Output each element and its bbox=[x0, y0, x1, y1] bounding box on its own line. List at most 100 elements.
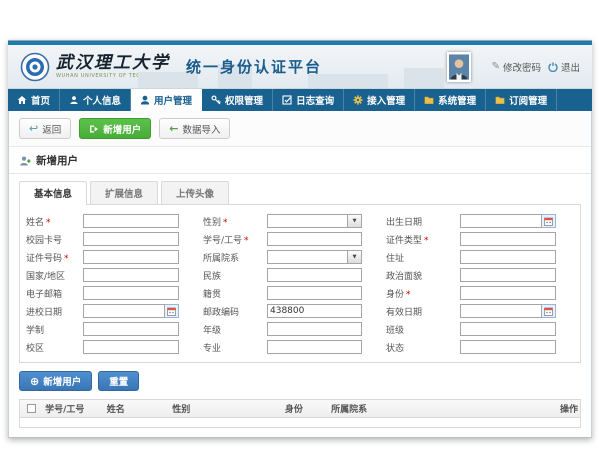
name-input[interactable] bbox=[83, 214, 179, 228]
campus-card-input[interactable] bbox=[83, 232, 179, 246]
nav-label: 日志查询 bbox=[296, 93, 334, 107]
native-place-input[interactable] bbox=[267, 286, 362, 300]
form-row: 学制 年级 班级 bbox=[26, 320, 576, 338]
form-field-identity: 身份* bbox=[386, 286, 556, 300]
nav-item-log-query[interactable]: 日志查询 bbox=[273, 89, 344, 111]
department-select[interactable] bbox=[267, 250, 348, 264]
entry-date-input[interactable] bbox=[83, 304, 165, 318]
reset-button-label: 重置 bbox=[109, 374, 128, 388]
grade-input[interactable] bbox=[267, 322, 362, 336]
required-asterisk: * bbox=[46, 218, 51, 228]
country-input[interactable] bbox=[83, 268, 179, 282]
data-import-button[interactable]: ← 数据导入 bbox=[159, 118, 230, 139]
field-label: 校园卡号 bbox=[26, 233, 83, 246]
major-input[interactable] bbox=[267, 340, 362, 354]
export-icon bbox=[89, 124, 99, 134]
column-header-identity: 身份 bbox=[283, 402, 329, 415]
nav-item-home[interactable]: 首页 bbox=[8, 89, 60, 111]
form-field-campus: 校区 bbox=[26, 340, 179, 354]
nav-item-subscription-management[interactable]: 订阅管理 bbox=[486, 89, 557, 111]
form-field-department: 所属院系 ▼ bbox=[203, 250, 362, 264]
calendar-icon[interactable] bbox=[542, 214, 556, 228]
gender-select[interactable] bbox=[267, 214, 348, 228]
field-label: 民族 bbox=[203, 269, 267, 282]
field-label: 校区 bbox=[26, 341, 83, 354]
column-header-department: 所属院系 bbox=[329, 402, 558, 415]
nav-item-permission-management[interactable]: 权限管理 bbox=[202, 89, 273, 111]
email-input[interactable] bbox=[83, 286, 179, 300]
field-label: 有效日期 bbox=[386, 305, 460, 318]
submit-add-user-button[interactable]: ⊕ 新增用户 bbox=[19, 371, 92, 391]
form-field-class: 班级 bbox=[386, 322, 556, 336]
add-user-toolbar-label: 新增用户 bbox=[103, 122, 141, 136]
university-logo-icon bbox=[20, 52, 50, 82]
field-label: 状态 bbox=[386, 341, 460, 354]
key-icon bbox=[211, 95, 221, 105]
nav-item-user-management[interactable]: 用户管理 bbox=[131, 89, 202, 111]
id-number-input[interactable] bbox=[83, 250, 179, 264]
chevron-down-icon[interactable]: ▼ bbox=[348, 214, 362, 228]
form-row: 姓名* 性别* ▼ 出生日期 bbox=[26, 212, 576, 230]
nav-item-access-management[interactable]: 接入管理 bbox=[344, 89, 415, 111]
form-row: 校园卡号 学号/工号* 证件类型* bbox=[26, 230, 576, 248]
form-field-schooling-length: 学制 bbox=[26, 322, 179, 336]
status-input[interactable] bbox=[460, 340, 556, 354]
field-label: 国家/地区 bbox=[26, 269, 83, 282]
data-import-label: 数据导入 bbox=[182, 122, 220, 136]
postal-code-input[interactable] bbox=[267, 304, 362, 318]
table-header-row: 学号/工号 姓名 性别 身份 所属院系 操作 bbox=[20, 400, 580, 418]
student-id-input[interactable] bbox=[267, 232, 362, 246]
form-row: 国家/地区 民族 政治面貌 bbox=[26, 266, 576, 284]
field-label: 所属院系 bbox=[203, 251, 267, 264]
form-field-major: 专业 bbox=[203, 340, 362, 354]
form-field-id-type: 证件类型* bbox=[386, 232, 556, 246]
class-input[interactable] bbox=[460, 322, 556, 336]
nav-item-system-management[interactable]: 系统管理 bbox=[415, 89, 486, 111]
nav-label: 个人信息 bbox=[83, 93, 121, 107]
form-field-status: 状态 bbox=[386, 340, 556, 354]
field-label: 班级 bbox=[386, 323, 460, 336]
ethnicity-input[interactable] bbox=[267, 268, 362, 282]
logout-link[interactable]: 退出 bbox=[548, 60, 580, 74]
nav-label: 订阅管理 bbox=[509, 93, 547, 107]
nav-item-personal-info[interactable]: 个人信息 bbox=[60, 89, 131, 111]
app-window: 武汉理工大学 WUHAN UNIVERSITY OF TECHNOLOGY 统一… bbox=[8, 40, 592, 438]
nav-label: 首页 bbox=[31, 93, 50, 107]
pencil-icon: ✎ bbox=[492, 61, 500, 72]
tab-basic-info[interactable]: 基本信息 bbox=[19, 181, 87, 205]
identity-input[interactable] bbox=[460, 286, 556, 300]
address-input[interactable] bbox=[460, 250, 556, 264]
form-row: 电子邮箱 籍贯 身份* bbox=[26, 284, 576, 302]
birth-date-input[interactable] bbox=[460, 214, 542, 228]
back-button[interactable]: ↩ 返回 bbox=[19, 118, 71, 139]
form-field-native-place: 籍贯 bbox=[203, 286, 362, 300]
valid-date-input[interactable] bbox=[460, 304, 542, 318]
form-field-valid-date: 有效日期 bbox=[386, 304, 556, 318]
form-field-political-status: 政治面貌 bbox=[386, 268, 556, 282]
change-password-label: 修改密码 bbox=[503, 60, 541, 74]
schooling-length-input[interactable] bbox=[83, 322, 179, 336]
skyline-decoration bbox=[404, 68, 444, 88]
content-area: ↩ 返回 新增用户 ← 数据导入 新增用户 基本信息 扩展信息 上传头像 bbox=[8, 111, 592, 438]
folder-icon bbox=[424, 95, 434, 105]
reset-button[interactable]: 重置 bbox=[98, 371, 139, 391]
calendar-icon[interactable] bbox=[542, 304, 556, 318]
form-field-birth-date: 出生日期 bbox=[386, 214, 556, 228]
field-label: 学制 bbox=[26, 323, 83, 336]
tab-upload-avatar[interactable]: 上传头像 bbox=[161, 181, 229, 205]
change-password-link[interactable]: ✎ 修改密码 bbox=[492, 60, 541, 74]
column-header-gender: 性别 bbox=[170, 402, 283, 415]
folder-icon bbox=[495, 95, 505, 105]
gear-icon bbox=[353, 95, 363, 105]
id-type-input[interactable] bbox=[460, 232, 556, 246]
calendar-icon[interactable] bbox=[165, 304, 179, 318]
tab-extended-info[interactable]: 扩展信息 bbox=[90, 181, 158, 205]
column-header-actions: 操作 bbox=[558, 402, 580, 415]
field-label: 证件号码* bbox=[26, 251, 83, 264]
political-status-input[interactable] bbox=[460, 268, 556, 282]
form-field-country: 国家/地区 bbox=[26, 268, 179, 282]
select-all-checkbox[interactable] bbox=[27, 404, 36, 413]
chevron-down-icon[interactable]: ▼ bbox=[348, 250, 362, 264]
add-user-toolbar-button[interactable]: 新增用户 bbox=[79, 118, 151, 139]
campus-input[interactable] bbox=[83, 340, 179, 354]
